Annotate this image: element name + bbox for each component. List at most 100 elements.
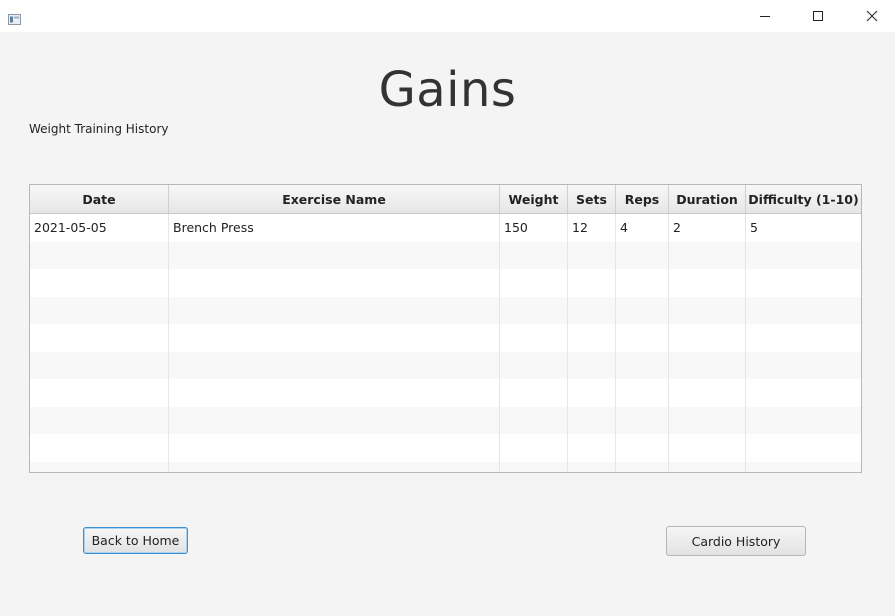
empty-cell	[746, 434, 861, 462]
empty-cell	[169, 324, 500, 352]
cell-weight: 150	[500, 214, 568, 242]
empty-cell	[616, 296, 669, 324]
empty-cell	[746, 297, 861, 325]
empty-cell	[616, 324, 669, 352]
empty-cell	[669, 351, 746, 379]
empty-cell	[500, 324, 568, 352]
empty-table-row	[30, 434, 861, 462]
empty-cell	[500, 379, 568, 407]
empty-cell	[616, 406, 669, 434]
empty-cell	[746, 324, 861, 352]
empty-cell	[30, 351, 169, 379]
cell-exercise-name: Brench Press	[169, 214, 500, 242]
empty-cell	[30, 241, 169, 269]
empty-cell	[568, 296, 616, 324]
empty-cell	[169, 434, 500, 462]
empty-cell	[169, 379, 500, 407]
column-header-sets[interactable]: Sets	[568, 185, 616, 213]
table-header: Date Exercise Name Weight Sets Reps Dura…	[30, 185, 861, 214]
empty-cell	[616, 269, 669, 297]
empty-cell	[746, 379, 861, 407]
back-to-home-button[interactable]: Back to Home	[83, 527, 188, 554]
empty-cell	[669, 324, 746, 352]
empty-table-row	[30, 379, 861, 407]
empty-cell	[568, 241, 616, 269]
empty-cell	[30, 296, 169, 324]
table-body: 2021-05-05 Brench Press 150 12 4 2 5	[30, 214, 861, 473]
cell-reps: 4	[616, 214, 669, 242]
cell-sets: 12	[568, 214, 616, 242]
column-header-date[interactable]: Date	[30, 185, 169, 213]
empty-cell	[568, 406, 616, 434]
empty-cell	[30, 324, 169, 352]
cardio-history-button[interactable]: Cardio History	[666, 526, 806, 556]
empty-table-row	[30, 461, 861, 473]
empty-cell	[169, 241, 500, 269]
close-icon	[866, 10, 878, 22]
column-header-duration[interactable]: Duration	[669, 185, 746, 213]
minimize-icon	[760, 16, 770, 17]
empty-cell	[616, 379, 669, 407]
empty-table-row	[30, 406, 861, 435]
empty-cell	[746, 242, 861, 270]
empty-table-row	[30, 324, 861, 352]
empty-cell	[568, 461, 616, 472]
empty-cell	[669, 406, 746, 434]
empty-cell	[568, 379, 616, 407]
column-header-difficulty[interactable]: Difficulty (1-10)	[746, 185, 861, 213]
cell-difficulty: 5	[750, 220, 758, 236]
empty-cell	[500, 406, 568, 434]
empty-cell	[30, 269, 169, 297]
column-header-weight[interactable]: Weight	[500, 185, 568, 213]
maximize-button[interactable]	[795, 0, 841, 32]
app-window: Gains Weight Training History Date Exerc…	[0, 0, 895, 616]
close-button[interactable]	[849, 0, 895, 32]
empty-cell	[30, 406, 169, 434]
cell-date: 2021-05-05	[30, 214, 169, 242]
empty-cell	[169, 461, 500, 472]
empty-cell	[568, 351, 616, 379]
empty-cell	[669, 461, 746, 472]
title-bar	[0, 0, 895, 32]
empty-cell	[669, 241, 746, 269]
empty-cell	[500, 434, 568, 462]
empty-cell	[169, 296, 500, 324]
empty-cell	[568, 324, 616, 352]
empty-cell	[669, 434, 746, 462]
column-header-reps[interactable]: Reps	[616, 185, 669, 213]
empty-cell	[746, 352, 861, 380]
empty-cell	[746, 407, 861, 435]
empty-cell	[616, 241, 669, 269]
empty-table-row	[30, 241, 861, 270]
table-row[interactable]: 2021-05-05 Brench Press 150 12 4 2 5	[30, 214, 861, 242]
empty-cell	[500, 461, 568, 472]
empty-cell	[616, 434, 669, 462]
empty-cell	[500, 296, 568, 324]
empty-cell	[568, 434, 616, 462]
empty-cell	[169, 351, 500, 379]
empty-cell	[669, 269, 746, 297]
empty-cell	[500, 269, 568, 297]
empty-table-row	[30, 351, 861, 380]
empty-cell	[30, 434, 169, 462]
page-title: Gains	[378, 62, 517, 118]
empty-cell	[616, 351, 669, 379]
minimize-button[interactable]	[742, 0, 788, 32]
empty-cell	[669, 379, 746, 407]
empty-cell	[500, 351, 568, 379]
weight-history-table[interactable]: Date Exercise Name Weight Sets Reps Dura…	[29, 184, 862, 473]
cell-duration: 2	[669, 214, 746, 242]
empty-cell	[616, 461, 669, 472]
empty-table-row	[30, 269, 861, 297]
empty-cell	[30, 379, 169, 407]
column-header-exercise-name[interactable]: Exercise Name	[169, 185, 500, 213]
maximize-icon	[813, 11, 823, 21]
empty-table-row	[30, 296, 861, 325]
empty-cell	[746, 269, 861, 297]
page-subtitle: Weight Training History	[29, 122, 169, 136]
empty-cell	[500, 241, 568, 269]
empty-cell	[169, 406, 500, 434]
empty-cell	[568, 269, 616, 297]
empty-cell	[746, 462, 861, 473]
empty-cell	[669, 296, 746, 324]
